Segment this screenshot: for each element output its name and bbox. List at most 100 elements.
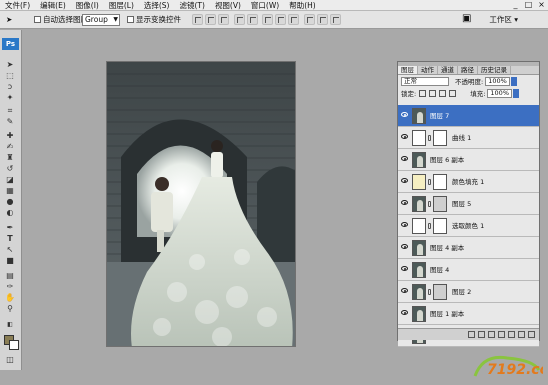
layer-mask-thumbnail[interactable] bbox=[433, 218, 447, 234]
layer-mask-thumbnail[interactable] bbox=[433, 284, 447, 300]
history-brush-tool-icon[interactable]: ↺ bbox=[3, 164, 17, 174]
layer-mask-thumbnail[interactable] bbox=[433, 174, 447, 190]
trash-icon[interactable] bbox=[528, 331, 535, 338]
lock-position-icon[interactable] bbox=[439, 89, 447, 97]
chain-link-icon[interactable] bbox=[428, 201, 431, 207]
close-button[interactable]: × bbox=[535, 0, 548, 10]
canvas-photo[interactable] bbox=[106, 61, 296, 347]
eye-icon[interactable] bbox=[401, 134, 408, 139]
menu-view[interactable]: 视图(V) bbox=[210, 0, 246, 11]
shape-tool-icon[interactable]: ■ bbox=[3, 256, 17, 266]
hand-tool-icon[interactable]: ✋ bbox=[3, 293, 17, 303]
quick-mask-icon[interactable]: ◫ bbox=[3, 355, 17, 365]
eye-icon[interactable] bbox=[401, 112, 408, 117]
stamp-tool-icon[interactable]: ♜ bbox=[3, 153, 17, 163]
blend-mode-dropdown[interactable]: 正常 bbox=[401, 76, 449, 86]
lock-pixels-icon[interactable] bbox=[429, 89, 437, 97]
menu-file[interactable]: 文件(F) bbox=[0, 0, 35, 11]
gradient-tool-icon[interactable]: ▦ bbox=[3, 186, 17, 196]
menu-help[interactable]: 帮助(H) bbox=[284, 0, 321, 11]
align-hcenter-button[interactable] bbox=[247, 14, 258, 25]
fill-input[interactable]: 100% bbox=[487, 88, 512, 98]
menu-image[interactable]: 图像(I) bbox=[71, 0, 104, 11]
path-select-tool-icon[interactable]: ↖ bbox=[3, 245, 17, 255]
maximize-button[interactable]: □ bbox=[522, 0, 535, 10]
distribute-bottom-button[interactable] bbox=[288, 14, 299, 25]
dodge-tool-icon[interactable]: ◐ bbox=[3, 208, 17, 218]
tab-paths[interactable]: 路径 bbox=[458, 66, 478, 74]
adjustment-icon[interactable] bbox=[498, 331, 505, 338]
eye-icon[interactable] bbox=[401, 244, 408, 249]
notes-tool-icon[interactable]: ▤ bbox=[3, 271, 17, 281]
healing-tool-icon[interactable]: ✚ bbox=[3, 131, 17, 141]
layer-thumbnail[interactable] bbox=[412, 196, 426, 212]
layer-thumbnail[interactable] bbox=[412, 152, 426, 168]
eye-icon[interactable] bbox=[401, 222, 408, 227]
tab-actions[interactable]: 动作 bbox=[418, 66, 438, 74]
tab-layers[interactable]: 图层 bbox=[398, 66, 418, 74]
opacity-slider-button[interactable] bbox=[510, 76, 517, 86]
eye-icon[interactable] bbox=[401, 200, 408, 205]
menu-edit[interactable]: 编辑(E) bbox=[35, 0, 71, 11]
layer-row[interactable]: 图层 4 副本 bbox=[398, 237, 539, 259]
menu-window[interactable]: 窗口(W) bbox=[246, 0, 284, 11]
layer-thumbnail[interactable] bbox=[412, 262, 426, 278]
layer-thumbnail[interactable] bbox=[412, 284, 426, 300]
distribute-vcenter-button[interactable] bbox=[275, 14, 286, 25]
chain-link-icon[interactable] bbox=[428, 179, 431, 185]
chain-link-icon[interactable] bbox=[428, 135, 431, 141]
layer-row[interactable]: 颜色填充 1 bbox=[398, 171, 539, 193]
type-tool-icon[interactable]: T bbox=[3, 234, 17, 244]
new-layer-icon[interactable] bbox=[518, 331, 525, 338]
auto-select-checkbox[interactable] bbox=[34, 16, 41, 23]
layer-thumbnail[interactable] bbox=[412, 174, 426, 190]
layer-row[interactable]: 图层 2 bbox=[398, 281, 539, 303]
layer-row[interactable]: 图层 1 副本 bbox=[398, 303, 539, 325]
tab-channels[interactable]: 通道 bbox=[438, 66, 458, 74]
distribute-hcenter-button[interactable] bbox=[317, 14, 328, 25]
distribute-left-button[interactable] bbox=[304, 14, 315, 25]
eye-icon[interactable] bbox=[401, 156, 408, 161]
magic-wand-tool-icon[interactable]: ✦ bbox=[3, 93, 17, 103]
eyedropper-tool-icon[interactable]: ✎ bbox=[3, 117, 17, 127]
mask-icon[interactable] bbox=[488, 331, 495, 338]
chain-link-icon[interactable] bbox=[428, 289, 431, 295]
chain-link-icon[interactable] bbox=[428, 223, 431, 229]
distribute-right-button[interactable] bbox=[330, 14, 341, 25]
show-transform-option[interactable]: 显示变换控件 bbox=[127, 14, 181, 26]
brush-tool-icon[interactable]: ✍ bbox=[3, 142, 17, 152]
layer-row[interactable]: 图层 4 bbox=[398, 259, 539, 281]
eyedropper-2-tool-icon[interactable]: ✑ bbox=[3, 282, 17, 292]
layer-row[interactable]: 图层 5 bbox=[398, 193, 539, 215]
auto-select-option[interactable]: 自动选择图层 bbox=[34, 14, 88, 26]
lock-transparency-icon[interactable] bbox=[419, 89, 427, 97]
layer-thumbnail[interactable] bbox=[412, 108, 426, 124]
menu-select[interactable]: 选择(S) bbox=[139, 0, 175, 11]
workspace-dropdown[interactable]: 工作区 ▾ bbox=[489, 14, 518, 26]
align-vcenter-button[interactable] bbox=[205, 14, 216, 25]
eye-icon[interactable] bbox=[401, 266, 408, 271]
menu-layer[interactable]: 图层(L) bbox=[104, 0, 139, 11]
align-left-button[interactable] bbox=[234, 14, 245, 25]
marquee-tool-icon[interactable]: ⬚ bbox=[3, 71, 17, 81]
layer-row[interactable]: 曲线 1 bbox=[398, 127, 539, 149]
background-color-swatch[interactable] bbox=[9, 340, 19, 350]
move-tool-indicator[interactable]: ➤ bbox=[6, 14, 12, 26]
eye-icon[interactable] bbox=[401, 288, 408, 293]
minimize-button[interactable]: _ bbox=[509, 0, 522, 10]
layer-mask-thumbnail[interactable] bbox=[433, 130, 447, 146]
blur-tool-icon[interactable]: ● bbox=[3, 197, 17, 207]
bridge-icon[interactable]: ▣ bbox=[462, 13, 471, 25]
layer-row[interactable]: 图层 7 bbox=[398, 105, 539, 127]
layer-thumbnail[interactable] bbox=[412, 130, 426, 146]
eye-icon[interactable] bbox=[401, 310, 408, 315]
eye-icon[interactable] bbox=[401, 178, 408, 183]
show-transform-checkbox[interactable] bbox=[127, 16, 134, 23]
default-colors-icon[interactable]: ◧ bbox=[3, 320, 17, 330]
zoom-tool-icon[interactable]: ⚲ bbox=[3, 304, 17, 314]
move-tool-icon[interactable]: ➤ bbox=[3, 60, 17, 70]
auto-select-dropdown[interactable]: Group ▼ bbox=[82, 14, 120, 26]
menu-filter[interactable]: 滤镜(T) bbox=[175, 0, 210, 11]
crop-tool-icon[interactable]: ⌗ bbox=[3, 106, 17, 116]
fill-slider-button[interactable] bbox=[513, 88, 519, 98]
